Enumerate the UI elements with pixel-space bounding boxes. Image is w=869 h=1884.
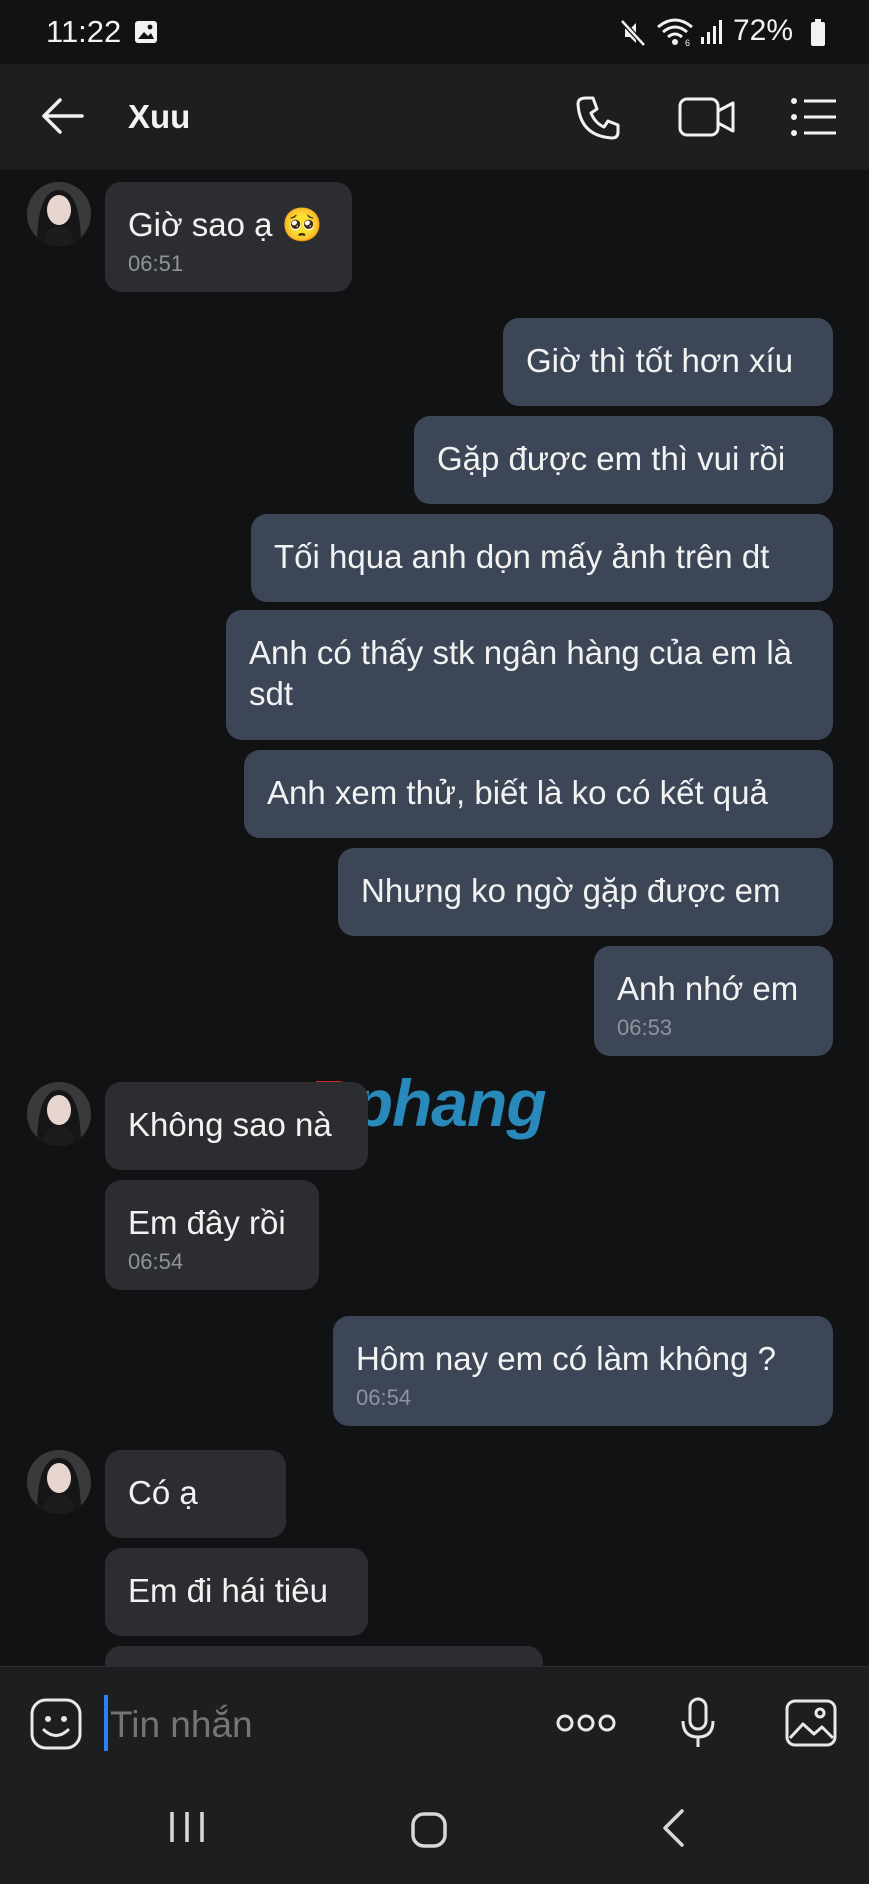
message-text: Nhưng ko ngờ gặp được em — [361, 872, 781, 909]
recent-apps-icon[interactable] — [168, 1810, 206, 1844]
message-text: Gặp được em thì vui rồi — [437, 440, 786, 477]
more-options-icon[interactable] — [556, 1713, 616, 1733]
mute-icon — [620, 19, 646, 47]
home-icon[interactable] — [410, 1811, 448, 1849]
message-time: 06:54 — [356, 1385, 412, 1410]
message-text: Không sao nà — [128, 1106, 332, 1143]
wifi-icon: 6 — [657, 18, 693, 47]
message-text: Có ạ — [128, 1474, 198, 1511]
message-bubble[interactable]: Có ạ — [105, 1450, 286, 1538]
message-list[interactable]: Giờ sao ạ 🥺 06:51 Giờ thì tốt hơn xíu Gặ… — [0, 170, 869, 1666]
nav-back-icon[interactable] — [660, 1808, 686, 1848]
message-bubble[interactable]: Hôm nay em có làm không ? 06:54 — [333, 1316, 833, 1426]
microphone-icon[interactable] — [680, 1697, 716, 1749]
message-input-bar — [0, 1666, 869, 1779]
contact-avatar[interactable] — [27, 1450, 91, 1514]
message-bubble[interactable]: Anh nhớ em 06:53 — [594, 946, 833, 1056]
battery-icon — [811, 19, 825, 46]
chat-header: Xuu — [0, 64, 869, 170]
battery-percent: 72% — [733, 14, 794, 47]
system-nav-bar — [0, 1778, 869, 1884]
message-text: Anh xem thử, biết là ko có kết quả — [267, 774, 768, 811]
message-time: 06:53 — [617, 1015, 673, 1040]
back-arrow-icon[interactable] — [40, 96, 84, 136]
message-bubble[interactable]: Em đây rồi 06:54 — [105, 1180, 319, 1290]
message-bubble[interactable]: Anh xem thử, biết là ko có kết quả — [244, 750, 833, 838]
message-text: Tối hqua anh dọn mấy ảnh trên dt — [274, 538, 770, 575]
message-bubble[interactable]: Em đi hái tiêu — [105, 1548, 368, 1636]
avatar-image — [27, 1450, 91, 1514]
message-text: Anh có thấy stk ngân hàng của em là sdt — [249, 634, 793, 712]
message-text: Anh nhớ em — [617, 970, 799, 1007]
message-bubble-partial[interactable] — [105, 1646, 543, 1666]
image-attach-icon[interactable] — [784, 1698, 838, 1748]
message-text: Hôm nay em có làm không ? — [356, 1340, 777, 1377]
contact-name[interactable]: Xuu — [128, 98, 190, 136]
message-bubble[interactable]: Nhưng ko ngờ gặp được em — [338, 848, 833, 936]
video-call-icon[interactable] — [678, 95, 736, 139]
message-text: Em đi hái tiêu — [128, 1572, 328, 1609]
message-text: Giờ sao ạ 🥺 — [128, 206, 323, 243]
gallery-icon — [135, 21, 157, 43]
message-bubble[interactable]: Giờ thì tốt hơn xíu — [503, 318, 833, 406]
status-bar: 11:22 6 72% — [0, 0, 869, 64]
avatar-image — [27, 182, 91, 246]
status-time: 11:22 — [46, 14, 122, 49]
message-time: 06:54 — [128, 1249, 184, 1274]
svg-text:6: 6 — [685, 38, 690, 47]
message-time: 06:51 — [128, 251, 184, 276]
contact-avatar[interactable] — [27, 182, 91, 246]
message-text: Giờ thì tốt hơn xíu — [526, 342, 794, 379]
avatar-image — [27, 1082, 91, 1146]
signal-icon — [701, 20, 722, 44]
phone-call-icon[interactable] — [574, 94, 622, 142]
emoji-sticker-icon[interactable] — [29, 1697, 83, 1751]
message-bubble[interactable]: Tối hqua anh dọn mấy ảnh trên dt — [251, 514, 833, 602]
menu-icon[interactable] — [790, 97, 838, 137]
message-bubble[interactable]: Anh có thấy stk ngân hàng của em là sdt — [226, 610, 833, 740]
message-bubble[interactable]: Giờ sao ạ 🥺 06:51 — [105, 182, 352, 292]
message-text: Em đây rồi — [128, 1204, 286, 1241]
message-bubble[interactable]: Không sao nà — [105, 1082, 368, 1170]
contact-avatar[interactable] — [27, 1082, 91, 1146]
message-input[interactable] — [108, 1703, 532, 1747]
message-bubble[interactable]: Gặp được em thì vui rồi — [414, 416, 833, 504]
